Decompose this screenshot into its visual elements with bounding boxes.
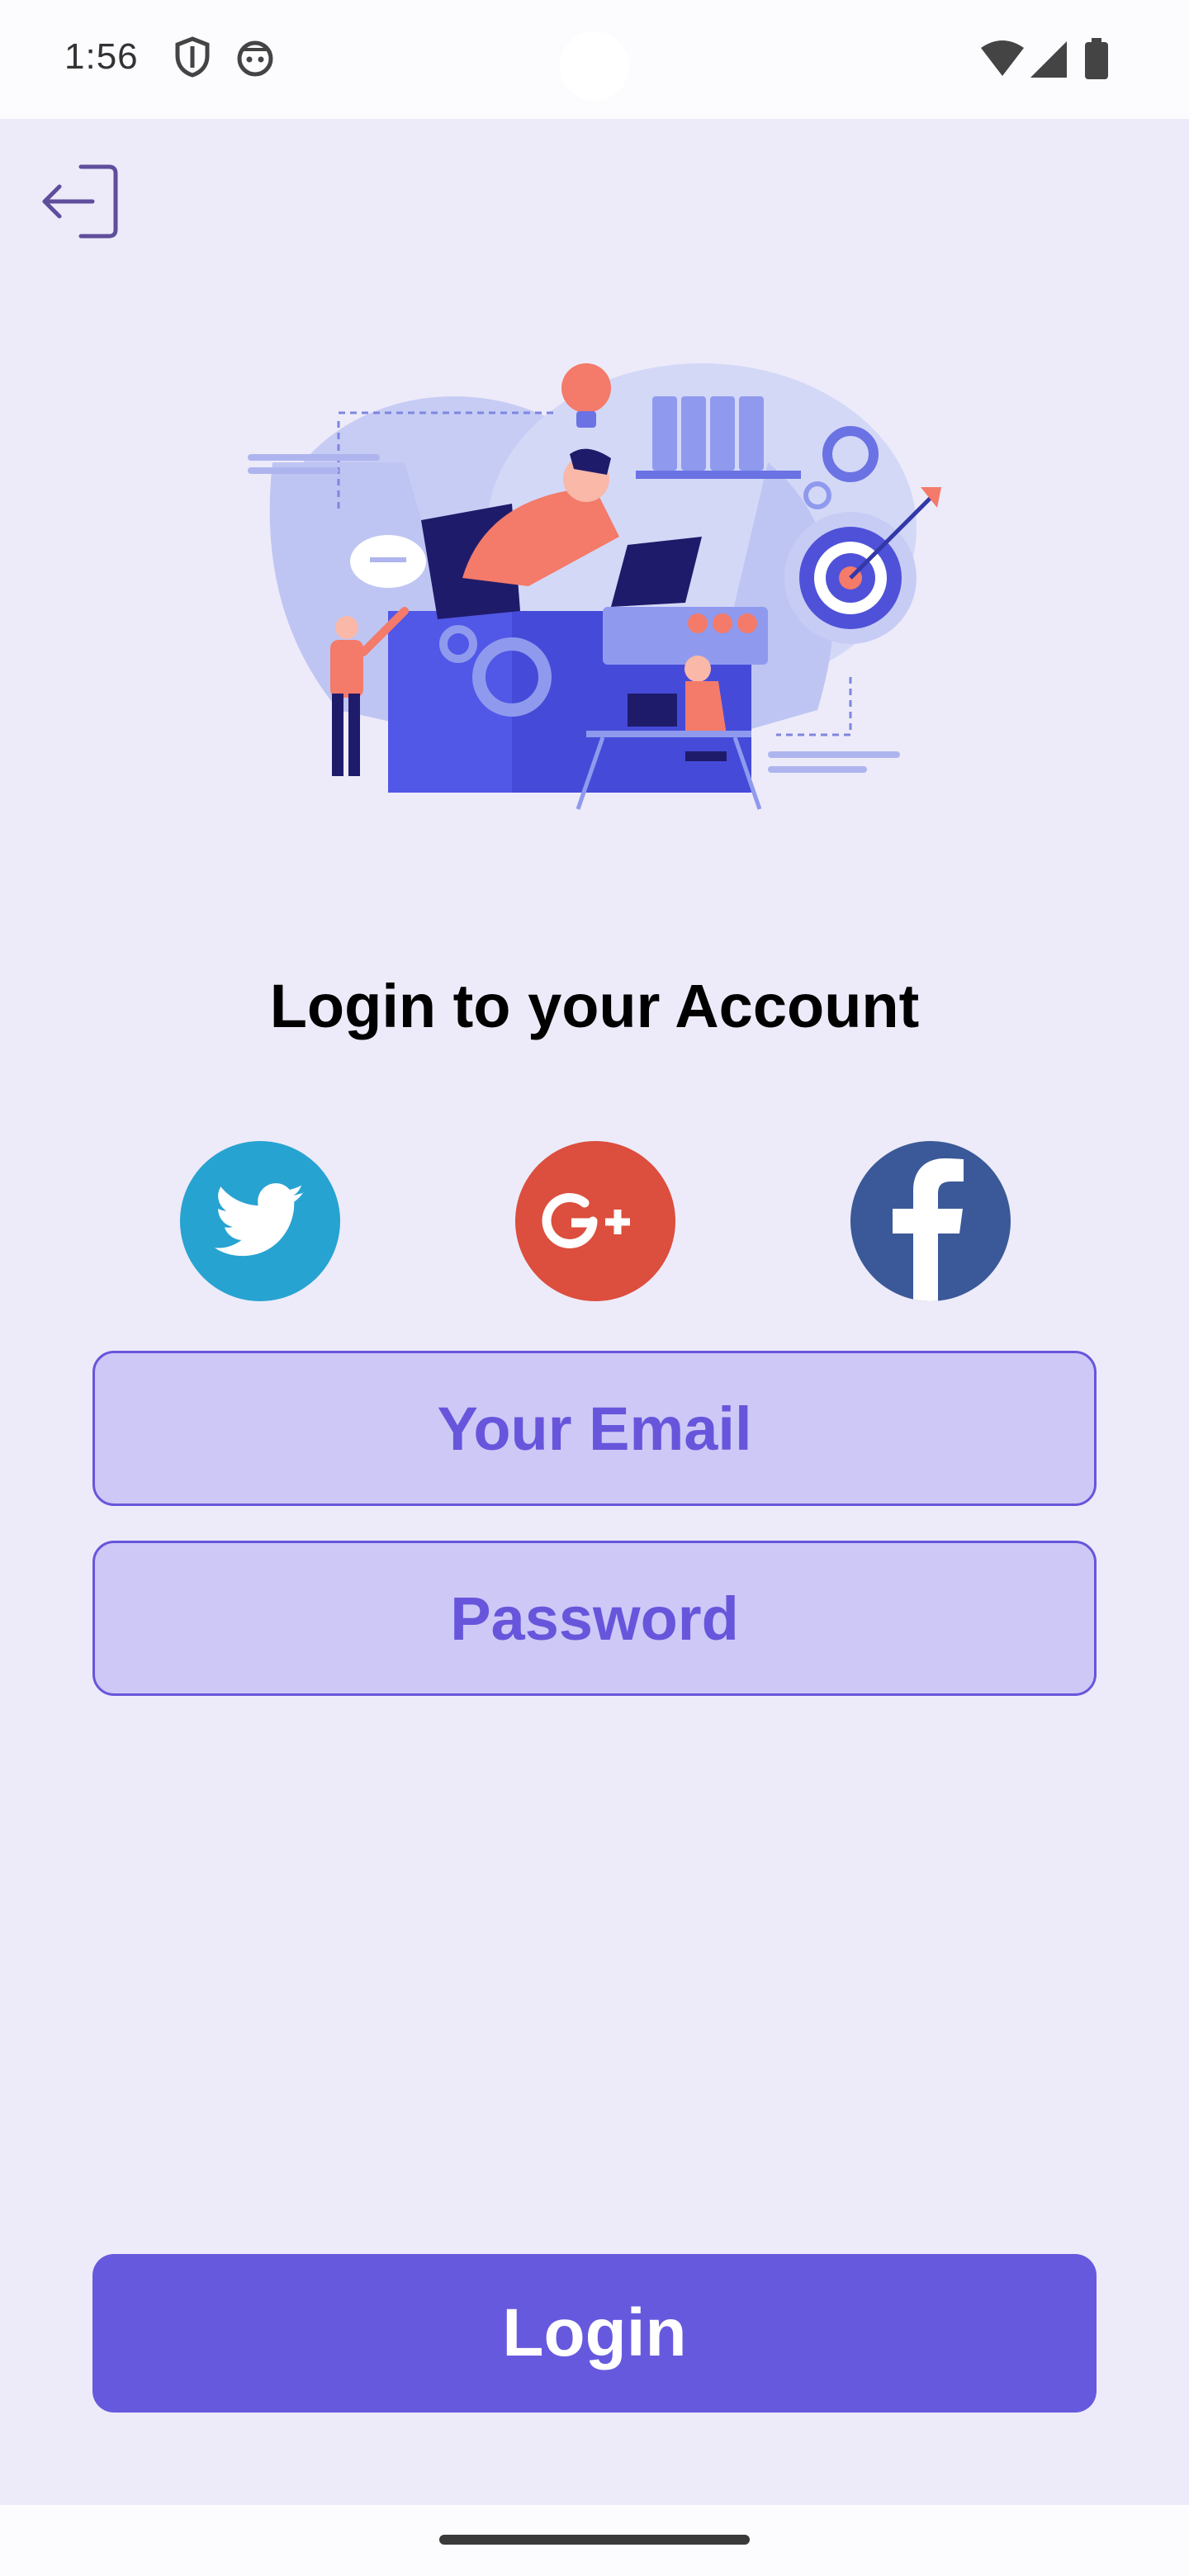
google-plus-icon xyxy=(542,1193,630,1248)
login-button[interactable]: Login xyxy=(92,2254,1097,2413)
cellular-signal-icon xyxy=(1030,41,1068,82)
twitter-login-button[interactable] xyxy=(180,1141,340,1301)
google-plus-login-button[interactable] xyxy=(515,1141,675,1301)
battery-icon xyxy=(1085,38,1108,83)
logout-arrow-icon xyxy=(42,164,118,239)
password-field[interactable]: Password xyxy=(92,1541,1097,1696)
twitter-icon xyxy=(215,1183,305,1257)
password-placeholder: Password xyxy=(450,1584,739,1653)
back-button[interactable] xyxy=(40,162,119,241)
wifi-icon xyxy=(979,40,1026,82)
android-face-icon xyxy=(234,36,276,82)
login-button-label: Login xyxy=(502,2295,687,2370)
shield-icon xyxy=(173,36,211,82)
page-title: Login to your Account xyxy=(269,972,920,1040)
home-gesture-handle[interactable] xyxy=(439,2535,750,2545)
status-bar: 1:56 xyxy=(0,0,1189,119)
status-time: 1:56 xyxy=(64,36,139,77)
email-placeholder: Your Email xyxy=(437,1394,752,1463)
team-workspace-illustration xyxy=(239,363,950,826)
email-field[interactable]: Your Email xyxy=(92,1351,1097,1506)
facebook-login-button[interactable] xyxy=(850,1141,1011,1301)
facebook-icon xyxy=(893,1158,964,1301)
camera-cutout xyxy=(560,31,629,101)
